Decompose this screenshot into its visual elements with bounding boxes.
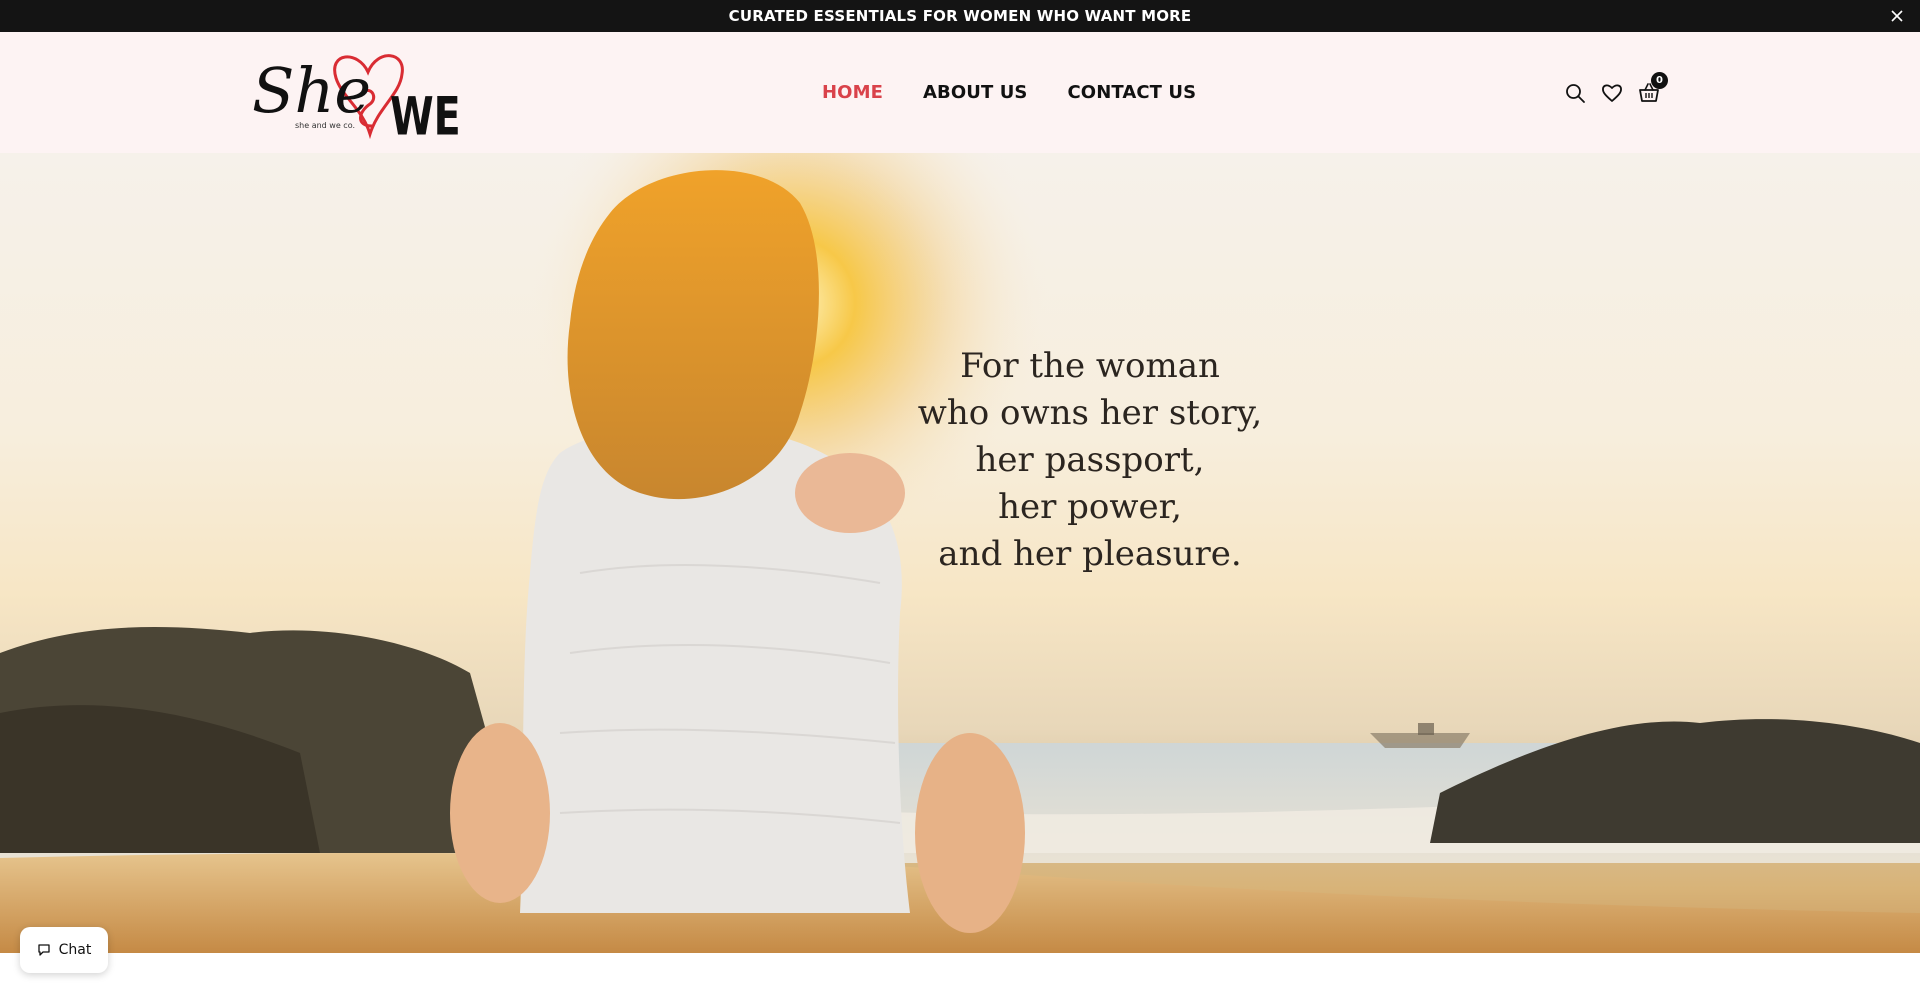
chat-label: Chat (58, 942, 92, 958)
hero-quote-line: who owns her story, (917, 393, 1263, 433)
main-nav: HOME ABOUT US CONTACT US (822, 32, 1196, 153)
hero-quote-line: her power, (998, 487, 1182, 527)
hero-quote-line: her passport, (975, 440, 1205, 480)
logo-script-text: She (252, 54, 371, 127)
chat-bubble-icon (37, 944, 50, 956)
heart-icon[interactable] (1601, 82, 1623, 104)
logo-tagline: she and we co. (295, 121, 355, 130)
hero-quote: For the woman who owns her story, her pa… (890, 343, 1290, 578)
nav-home-link[interactable]: HOME (822, 82, 883, 103)
nav-about-link[interactable]: ABOUT US (923, 82, 1028, 103)
announcement-text: CURATED ESSENTIALS FOR WOMEN WHO WANT MO… (728, 7, 1192, 25)
hero-quote-line: and her pleasure. (938, 534, 1242, 574)
cart-count-badge: 0 (1651, 72, 1668, 89)
logo-block-text: WE (390, 87, 461, 142)
nav-contact-link[interactable]: CONTACT US (1067, 82, 1196, 103)
header-actions: 0 (1564, 72, 1668, 107)
site-header: She WE she and we co. HOME ABOUT US CONT… (0, 32, 1920, 153)
brand-logo[interactable]: She WE she and we co. (250, 42, 465, 142)
announcement-bar: CURATED ESSENTIALS FOR WOMEN WHO WANT MO… (0, 0, 1920, 32)
search-icon[interactable] (1564, 82, 1586, 104)
chat-button[interactable]: Chat (20, 927, 108, 973)
cart-button[interactable]: 0 (1638, 72, 1668, 104)
hero-banner: For the woman who owns her story, her pa… (0, 153, 1920, 953)
close-icon[interactable] (1888, 7, 1906, 25)
hero-quote-line: For the woman (960, 346, 1220, 386)
